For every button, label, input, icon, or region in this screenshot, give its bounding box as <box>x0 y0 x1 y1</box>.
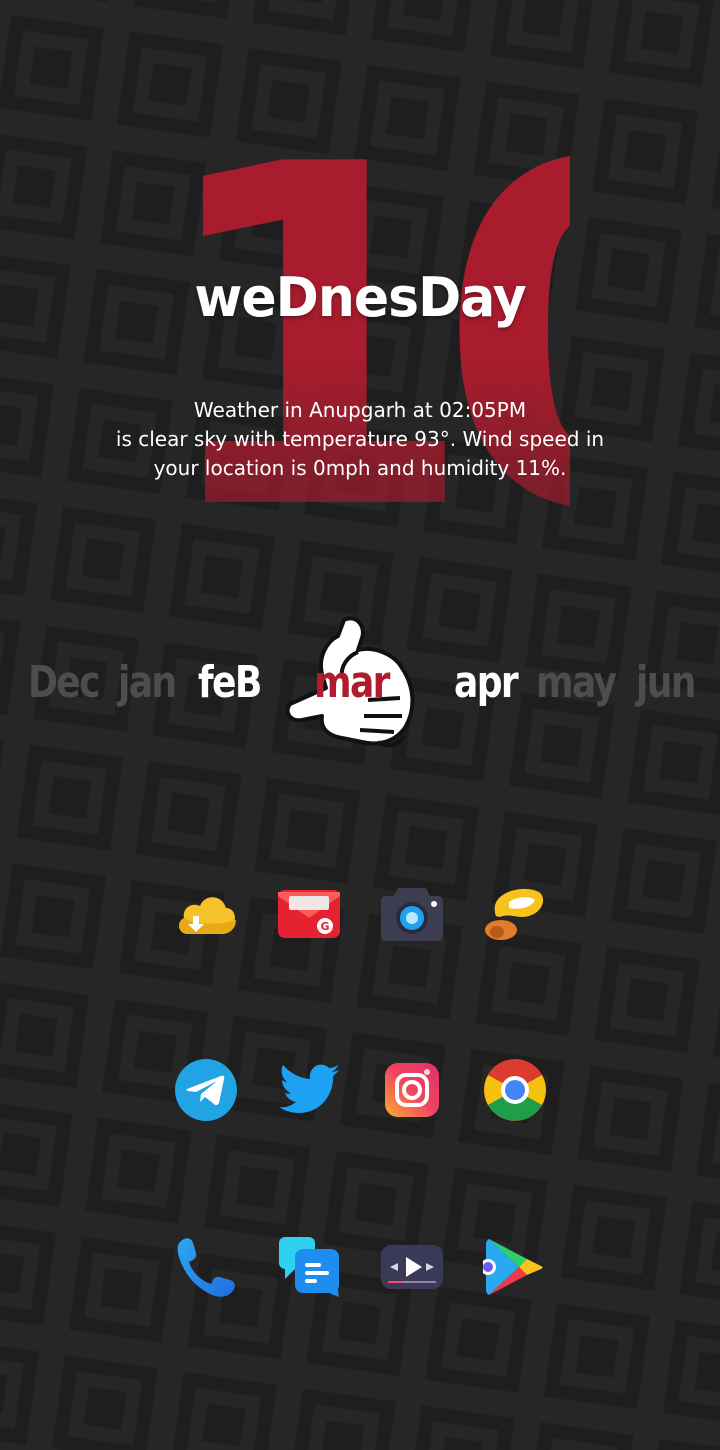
telegram-icon[interactable] <box>174 1058 238 1122</box>
instagram-icon[interactable] <box>380 1058 444 1122</box>
chrome-icon[interactable] <box>483 1058 547 1122</box>
jd-downloader-icon[interactable] <box>483 882 547 946</box>
messages-icon[interactable] <box>277 1235 341 1299</box>
month-dec: Dec <box>28 657 101 708</box>
month-jun: jun <box>636 657 696 708</box>
weather-line-2: is clear sky with temperature 93°. Wind … <box>115 427 605 451</box>
video-player-icon[interactable] <box>380 1235 444 1299</box>
play-store-icon[interactable] <box>483 1235 547 1299</box>
weather-line-1: Weather in Anupgarh at 02:05PM <box>193 398 527 422</box>
svg-text:G: G <box>320 920 329 933</box>
cloud-download-icon[interactable] <box>174 882 238 946</box>
month-mar-current: mar <box>314 657 390 708</box>
month-feb: feB <box>198 657 262 708</box>
weather-widget: Weather in Anupgarh at 02:05PM is clear … <box>80 396 640 483</box>
weekday-label: weDnesDay <box>194 266 526 330</box>
month-may: may <box>536 657 617 708</box>
weather-line-3: your location is 0mph and humidity 11%. <box>153 456 567 480</box>
month-jan: jan <box>118 657 177 708</box>
phone-icon[interactable] <box>174 1235 238 1299</box>
twitter-bird-icon[interactable] <box>277 1058 341 1122</box>
month-apr: apr <box>454 657 519 708</box>
camera-icon[interactable] <box>380 882 444 946</box>
gmail-envelope-icon[interactable]: G <box>277 882 341 946</box>
